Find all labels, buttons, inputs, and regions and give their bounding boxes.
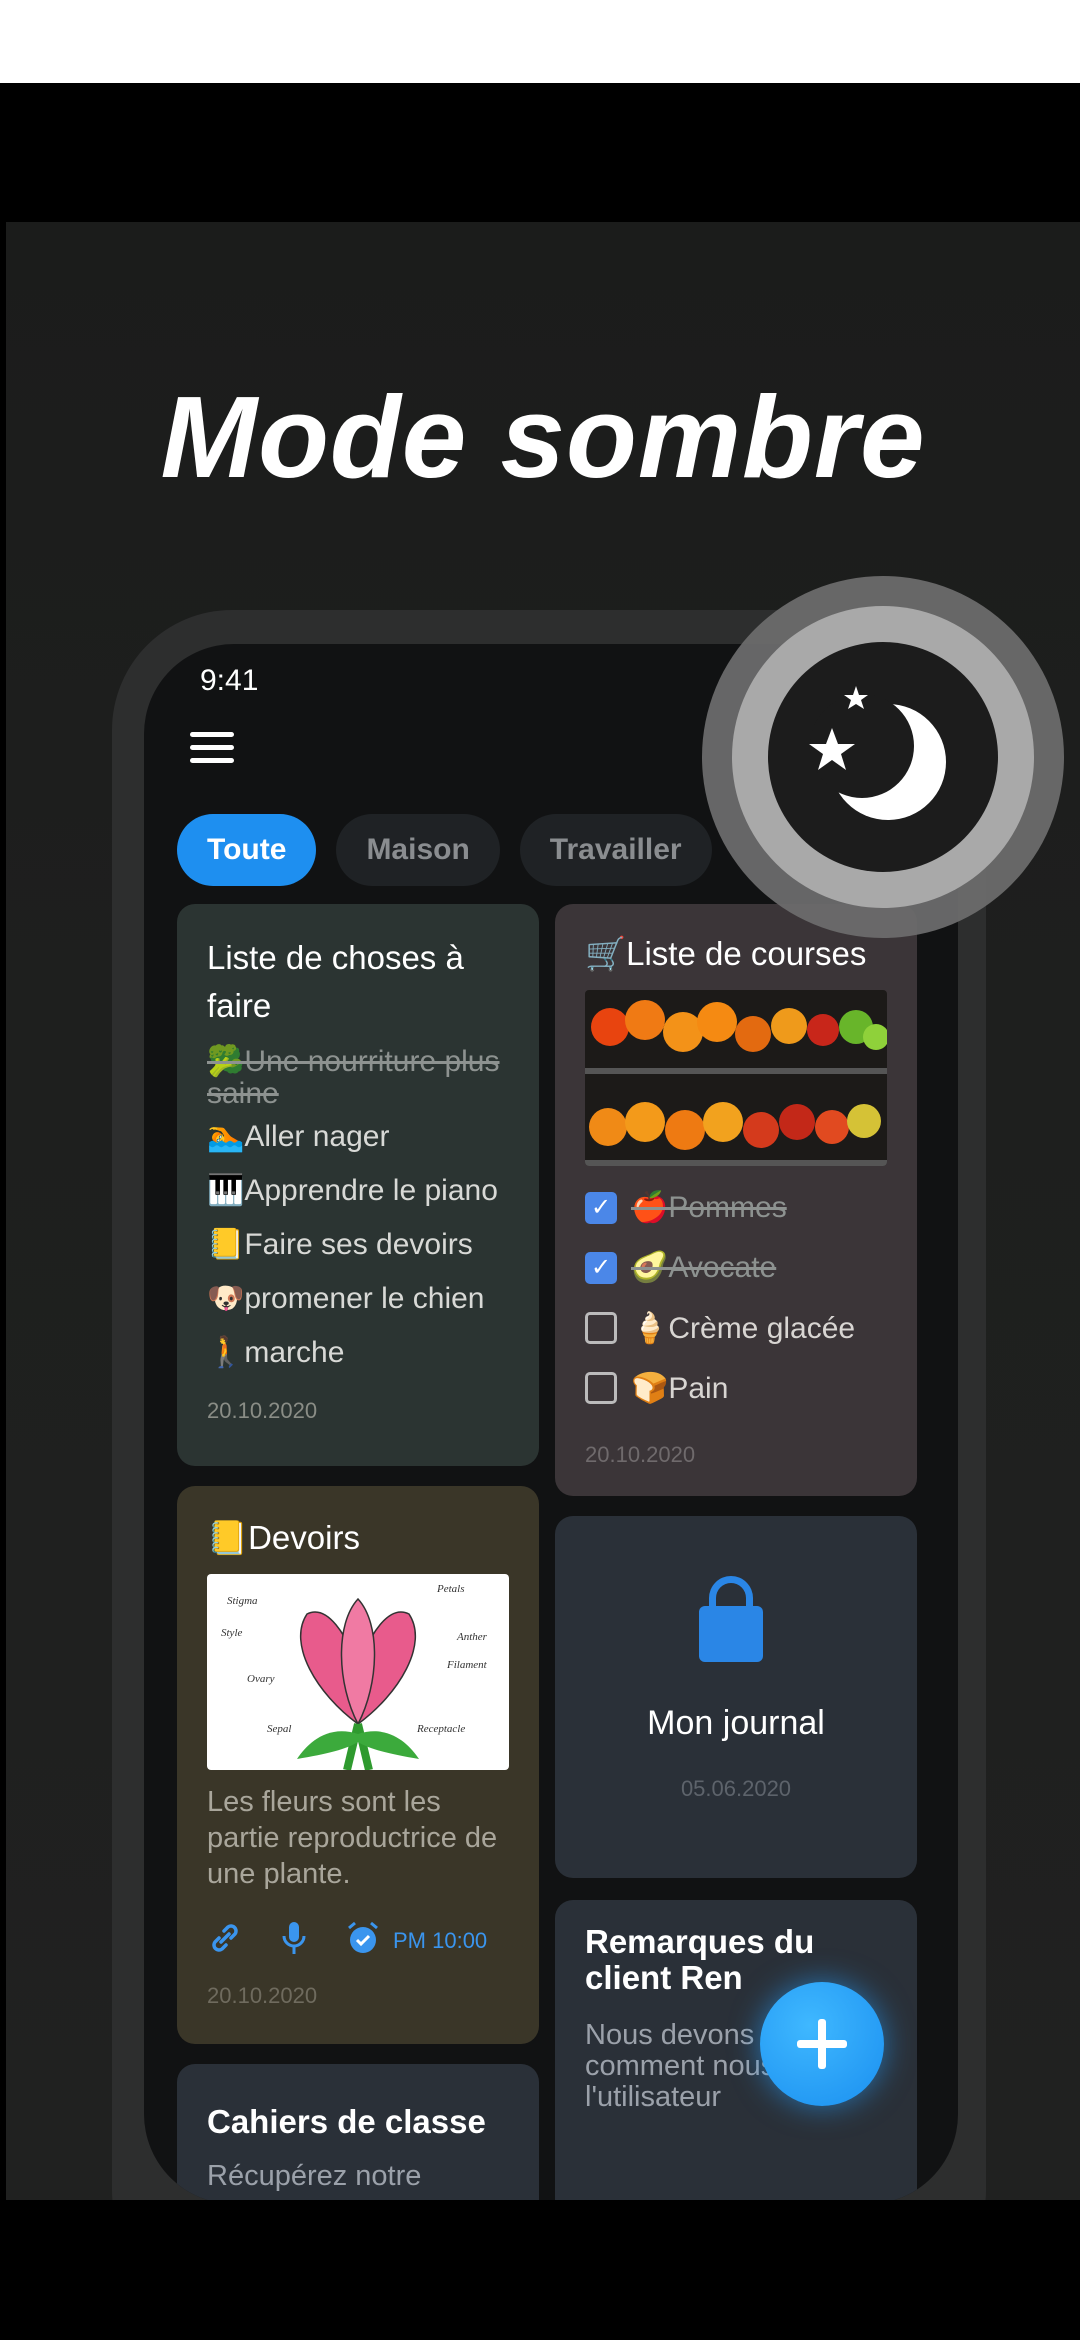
link-icon[interactable] — [207, 1920, 243, 1961]
diagram-label: Stigma — [227, 1595, 258, 1607]
moon-stars-icon[interactable] — [768, 642, 998, 872]
checkbox[interactable]: ✓ — [585, 1252, 617, 1284]
note-title: 📒Devoirs — [207, 1519, 360, 1556]
todo-item: 🥦Une nourriture plus saine — [207, 1045, 500, 1110]
todo-item: 🚶marche — [207, 1336, 345, 1369]
note-date: 05.06.2020 — [680, 1776, 792, 1801]
note-title: 🛒Liste de courses — [585, 935, 867, 972]
list-item[interactable]: 🍞Pain — [585, 1358, 887, 1418]
category-tabs: Toute Maison Travailler — [177, 814, 712, 886]
diagram-label: Style — [221, 1627, 242, 1639]
note-title: Mon journal — [647, 1704, 825, 1742]
diagram-label: Receptacle — [416, 1723, 465, 1735]
tab-home[interactable]: Maison — [336, 814, 500, 886]
promo-stage: Mode sombre 9:41 Toute Maison Travailler… — [6, 222, 1080, 2200]
list-item[interactable]: 🍦Crème glacée — [585, 1298, 887, 1358]
alarm-icon[interactable] — [345, 1920, 381, 1961]
list-item[interactable]: ✓ 🥑Avocate — [585, 1238, 887, 1298]
diagram-label: Filament — [446, 1659, 488, 1671]
todo-item: 🐶promener le chien — [207, 1282, 485, 1315]
headline: Mode sombre — [160, 372, 926, 502]
add-note-button[interactable] — [760, 1982, 884, 2106]
list-item[interactable]: ✓ 🍎Pommes — [585, 1178, 887, 1238]
note-date: 20.10.2020 — [207, 1398, 318, 1423]
hamburger-icon[interactable] — [190, 732, 234, 766]
checkbox[interactable] — [585, 1372, 617, 1404]
note-body: Les fleurs sont les partie reproductrice… — [207, 1786, 498, 1890]
note-card-todo[interactable]: Liste de choses à faire 🥦Une nourriture … — [177, 904, 539, 1466]
note-title: Cahiers de classe — [207, 2103, 486, 2140]
note-date: 20.10.2020 — [207, 1983, 318, 2008]
fruit-photo — [585, 990, 887, 1166]
note-title: Liste de choses à faire — [207, 939, 464, 1024]
todo-item: 📒Faire ses devoirs — [207, 1228, 473, 1261]
attachment-row: PM 10:00 — [207, 1920, 509, 1961]
diagram-label: Sepal — [267, 1723, 291, 1735]
checkbox[interactable]: ✓ — [585, 1192, 617, 1224]
note-card-journal[interactable]: Mon journal 05.06.2020 — [555, 1516, 917, 1878]
lock-icon — [699, 1606, 763, 1662]
item-label: 🥑Avocate — [631, 1251, 777, 1284]
note-body: Récupérez notre — [207, 2160, 422, 2192]
bottom-bar — [0, 2200, 1080, 2340]
note-date: 20.10.2020 — [585, 1442, 696, 1467]
tab-all[interactable]: Toute — [177, 814, 317, 886]
top-bar — [0, 0, 1080, 83]
flower-diagram: Stigma Petals Style Anther Filament Ovar… — [207, 1574, 509, 1770]
item-label: 🍞Pain — [631, 1371, 729, 1405]
diagram-label: Petals — [436, 1583, 465, 1595]
alarm-time: PM 10:00 — [393, 1927, 488, 1953]
note-card-homework[interactable]: 📒Devoirs Stigma Petals Style Anther Fila… — [177, 1486, 539, 2044]
note-card-shopping[interactable]: 🛒Liste de courses ✓ 🍎Pommes ✓ 🥑Avocate 🍦… — [555, 904, 917, 1496]
tab-work[interactable]: Travailler — [519, 814, 712, 886]
todo-item: 🎹Apprendre le piano — [207, 1174, 498, 1207]
status-time: 9:41 — [200, 664, 259, 697]
checkbox[interactable] — [585, 1312, 617, 1344]
diagram-label: Ovary — [247, 1673, 275, 1685]
todo-item: 🏊Aller nager — [207, 1120, 390, 1153]
diagram-label: Anther — [456, 1631, 488, 1643]
item-label: 🍎Pommes — [631, 1191, 787, 1224]
microphone-icon[interactable] — [279, 1920, 309, 1961]
note-card-notebooks[interactable]: Cahiers de classe Récupérez notre — [177, 2064, 539, 2200]
item-label: 🍦Crème glacée — [631, 1311, 856, 1345]
